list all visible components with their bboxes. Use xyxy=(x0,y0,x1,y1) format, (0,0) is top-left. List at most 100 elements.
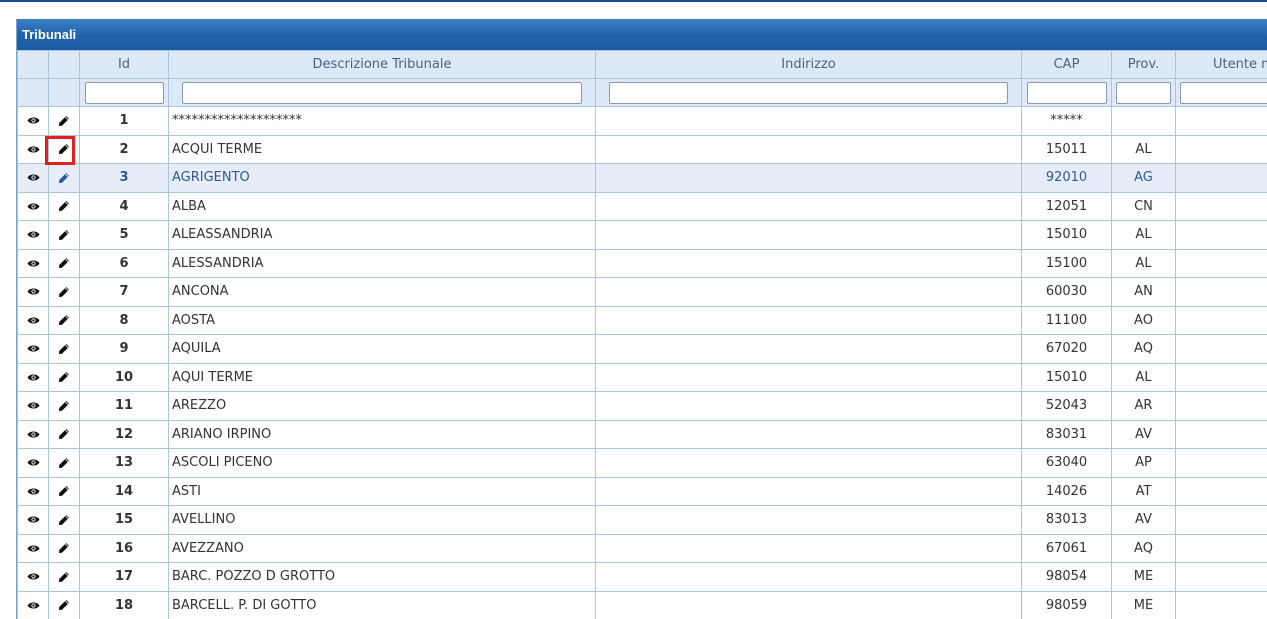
table-row[interactable]: 3AGRIGENTO92010AGPAL xyxy=(18,164,1267,193)
edit-icon[interactable] xyxy=(49,221,80,250)
edit-icon[interactable] xyxy=(49,591,80,619)
edit-icon[interactable] xyxy=(49,192,80,221)
filter-utente-input[interactable] xyxy=(1180,82,1267,104)
header-id[interactable]: Id xyxy=(80,51,169,79)
edit-icon[interactable] xyxy=(49,278,80,307)
cell-descrizione: AGRIGENTO xyxy=(169,164,596,193)
filter-prov-input[interactable] xyxy=(1116,82,1171,104)
cell-indirizzo xyxy=(596,506,1022,535)
view-icon[interactable] xyxy=(18,164,49,193)
table-row[interactable]: 2ACQUI TERME15011ALPAL xyxy=(18,135,1267,164)
table-row[interactable]: 17BARC. POZZO D GROTTO98054MEPAL xyxy=(18,563,1267,592)
header-cap[interactable]: CAP xyxy=(1022,51,1112,79)
cell-descrizione: ASCOLI PICENO xyxy=(169,449,596,478)
cell-prov: ME xyxy=(1112,563,1176,592)
cell-utente: PAL xyxy=(1176,591,1267,619)
table-row[interactable]: 16AVEZZANO67061AQPAL xyxy=(18,534,1267,563)
view-icon[interactable] xyxy=(18,335,49,364)
view-icon[interactable] xyxy=(18,107,49,136)
edit-icon[interactable] xyxy=(49,107,80,136)
edit-icon[interactable] xyxy=(49,363,80,392)
table-row[interactable]: 14ASTI14026ATPAL xyxy=(18,477,1267,506)
edit-icon[interactable] xyxy=(49,164,80,193)
cell-descrizione: ALEASSANDRIA xyxy=(169,221,596,250)
edit-icon[interactable] xyxy=(49,477,80,506)
edit-icon[interactable] xyxy=(49,249,80,278)
window-top-border xyxy=(0,0,1267,2)
view-icon[interactable] xyxy=(18,534,49,563)
edit-icon[interactable] xyxy=(49,335,80,364)
cell-indirizzo xyxy=(596,534,1022,563)
view-icon[interactable] xyxy=(18,249,49,278)
cell-id: 16 xyxy=(80,534,169,563)
cell-utente: PAL xyxy=(1176,477,1267,506)
edit-icon[interactable] xyxy=(49,306,80,335)
view-icon[interactable] xyxy=(18,591,49,619)
cell-descrizione: BARC. POZZO D GROTTO xyxy=(169,563,596,592)
cell-cap: 98059 xyxy=(1022,591,1112,619)
table-row[interactable]: 6ALESSANDRIA15100ALPAL xyxy=(18,249,1267,278)
edit-icon[interactable] xyxy=(49,392,80,421)
edit-icon[interactable] xyxy=(49,563,80,592)
cell-utente: PAL xyxy=(1176,278,1267,307)
table-row[interactable]: 7ANCONA60030ANPAL xyxy=(18,278,1267,307)
view-icon[interactable] xyxy=(18,506,49,535)
cell-cap: 12051 xyxy=(1022,192,1112,221)
filter-descrizione-input[interactable] xyxy=(182,82,582,104)
view-icon[interactable] xyxy=(18,449,49,478)
filter-cap-input[interactable] xyxy=(1027,82,1107,104)
cell-prov: AT xyxy=(1112,477,1176,506)
cell-indirizzo xyxy=(596,249,1022,278)
view-icon[interactable] xyxy=(18,563,49,592)
cell-id: 8 xyxy=(80,306,169,335)
edit-icon[interactable] xyxy=(49,135,80,164)
filter-id-input[interactable] xyxy=(85,82,164,104)
table-row[interactable]: 18BARCELL. P. DI GOTTO98059MEPAL xyxy=(18,591,1267,619)
table-row[interactable]: 12ARIANO IRPINO83031AVPAL xyxy=(18,420,1267,449)
table-row[interactable]: 5ALEASSANDRIA15010ALPAL xyxy=(18,221,1267,250)
header-descrizione[interactable]: Descrizione Tribunale xyxy=(169,51,596,79)
cell-descrizione: ALBA xyxy=(169,192,596,221)
table-row[interactable]: 10AQUI TERME15010ALPAL xyxy=(18,363,1267,392)
filter-indirizzo-input[interactable] xyxy=(609,82,1008,104)
cell-descrizione: AQUILA xyxy=(169,335,596,364)
cell-utente: PAL xyxy=(1176,563,1267,592)
cell-prov xyxy=(1112,107,1176,136)
table-row[interactable]: 11AREZZO52043ARPAL xyxy=(18,392,1267,421)
view-icon[interactable] xyxy=(18,221,49,250)
edit-icon[interactable] xyxy=(49,420,80,449)
view-icon[interactable] xyxy=(18,363,49,392)
cell-prov: AN xyxy=(1112,278,1176,307)
table-row[interactable]: 1*************************PAL xyxy=(18,107,1267,136)
edit-icon[interactable] xyxy=(49,449,80,478)
view-icon[interactable] xyxy=(18,135,49,164)
view-icon[interactable] xyxy=(18,477,49,506)
cell-id: 15 xyxy=(80,506,169,535)
cell-utente: PAL xyxy=(1176,392,1267,421)
cell-prov: AL xyxy=(1112,363,1176,392)
table-row[interactable]: 13ASCOLI PICENO63040APPAL xyxy=(18,449,1267,478)
table-row[interactable]: 15AVELLINO83013AVPAL xyxy=(18,506,1267,535)
header-prov[interactable]: Prov. xyxy=(1112,51,1176,79)
view-icon[interactable] xyxy=(18,192,49,221)
cell-id: 3 xyxy=(80,164,169,193)
view-icon[interactable] xyxy=(18,306,49,335)
view-icon[interactable] xyxy=(18,392,49,421)
table-row[interactable]: 8AOSTA11100AOPAL xyxy=(18,306,1267,335)
header-utente[interactable]: Utente m xyxy=(1176,51,1267,79)
edit-icon[interactable] xyxy=(49,506,80,535)
table-row[interactable]: 9AQUILA67020AQPAL xyxy=(18,335,1267,364)
cell-utente: PAL xyxy=(1176,420,1267,449)
cell-id: 11 xyxy=(80,392,169,421)
tribunali-panel: Tribunali Id Descrizione Tribunale Indir… xyxy=(16,19,1267,619)
cell-indirizzo xyxy=(596,221,1022,250)
view-icon[interactable] xyxy=(18,278,49,307)
edit-icon[interactable] xyxy=(49,534,80,563)
cell-descrizione: ACQUI TERME xyxy=(169,135,596,164)
cell-id: 9 xyxy=(80,335,169,364)
header-indirizzo[interactable]: Indirizzo xyxy=(596,51,1022,79)
table-row[interactable]: 4ALBA12051CNPAL xyxy=(18,192,1267,221)
header-edit xyxy=(49,51,80,79)
cell-indirizzo xyxy=(596,591,1022,619)
view-icon[interactable] xyxy=(18,420,49,449)
